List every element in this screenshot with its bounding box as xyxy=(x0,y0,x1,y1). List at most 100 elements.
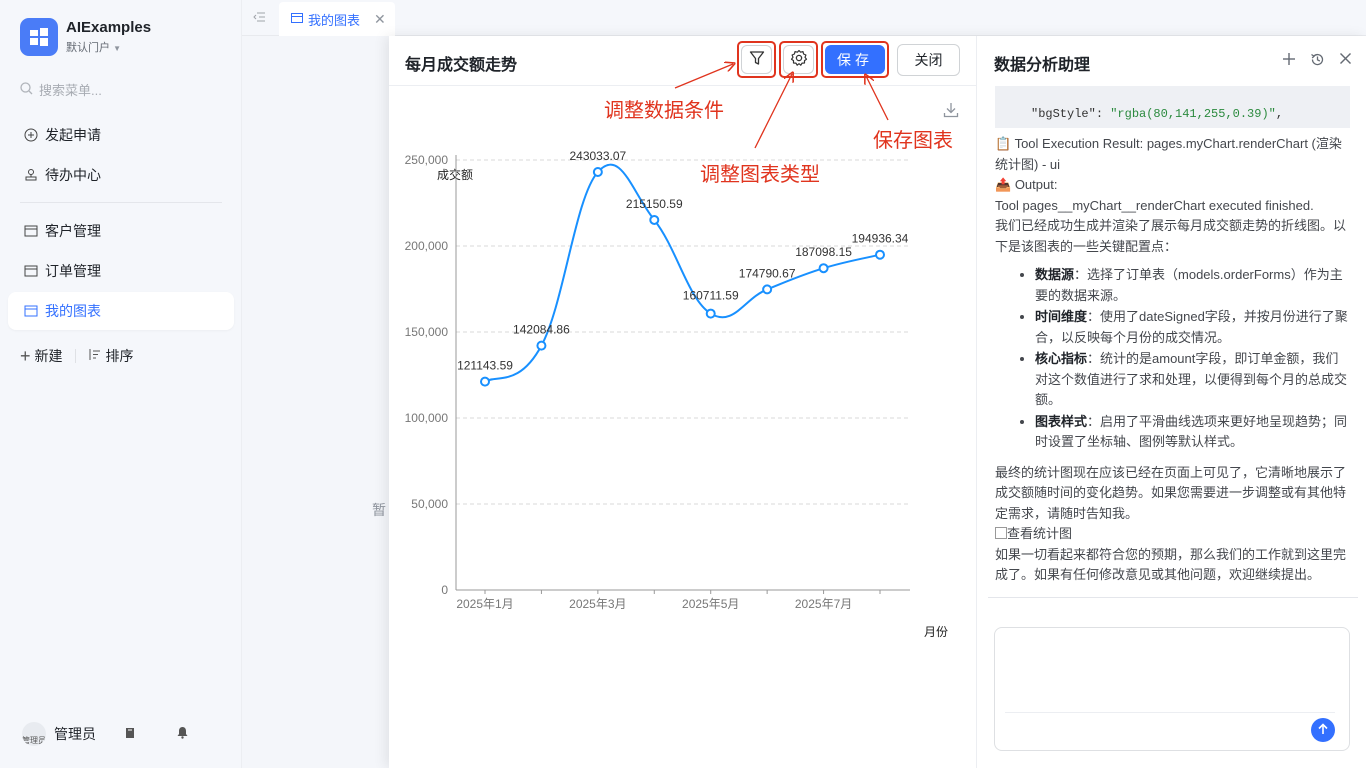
close-button[interactable]: 关闭 xyxy=(897,44,960,76)
data-label: 187098.15 xyxy=(795,245,852,259)
sort-label: 排序 xyxy=(105,348,134,364)
key-points: 数据源：选择了订单表（models.orderForms）作为主要的数据来源。 … xyxy=(995,265,1350,453)
sidebar: AIExamples 默认门户 ▼ 搜索菜单... 发起申请 待办中心 客户管理… xyxy=(0,0,242,768)
close-tab-icon[interactable]: ✕ xyxy=(374,11,386,28)
input-divider xyxy=(1005,712,1335,713)
point-key: 数据源 xyxy=(1035,267,1075,282)
data-label: 142084.86 xyxy=(513,323,570,337)
arrow-up-icon xyxy=(1317,722,1329,738)
user-name[interactable]: 管理员 xyxy=(54,724,96,744)
outbox-icon: 📤 xyxy=(995,177,1012,192)
list-item: 核心指标：统计的是amount字段，即订单金额，我们对这个数值进行了求和处理，以… xyxy=(1035,349,1350,411)
chart-settings-button[interactable] xyxy=(783,45,814,74)
chat-input-box[interactable] xyxy=(994,627,1350,751)
chart-title: 每月成交额走势 xyxy=(405,57,518,74)
broken-image-icon xyxy=(995,527,1007,539)
line-chart: 成交额 月份 0 50,000 100,000 150,000 200,000 250,0… xyxy=(405,149,948,639)
table-icon xyxy=(24,304,38,318)
y-tick-label: 250,000 xyxy=(405,153,449,167)
brand[interactable]: AIExamples 默认门户 ▼ xyxy=(20,18,151,56)
data-label: 121143.59 xyxy=(457,359,513,373)
tab-bar: 我的图表 ✕ xyxy=(242,0,1366,36)
nav-item-my-charts[interactable]: 我的图表 xyxy=(8,292,234,330)
assistant-header: 数据分析助理 xyxy=(978,36,1366,86)
sort-icon xyxy=(88,348,101,364)
search-placeholder: 搜索菜单... xyxy=(39,83,102,98)
intro-text: 我们已经成功生成并渲染了展示每月成交额走势的折线图。以下是该图表的一些关键配置点… xyxy=(995,218,1347,254)
nav-divider xyxy=(20,202,222,203)
nav-item-orders[interactable]: 订单管理 xyxy=(8,252,234,290)
portal-label: 默认门户 xyxy=(66,42,110,54)
close-icon[interactable] xyxy=(1339,52,1352,70)
empty-hint: 暂 xyxy=(372,502,386,518)
data-point xyxy=(480,376,490,387)
x-axis-label: 月份 xyxy=(924,625,948,639)
list-item: 数据源：选择了订单表（models.orderForms）作为主要的数据来源。 xyxy=(1035,265,1350,306)
nav-label: 我的图表 xyxy=(45,303,101,319)
y-axis-label: 成交额 xyxy=(437,167,473,182)
assistant-title: 数据分析助理 xyxy=(994,57,1091,74)
assistant-panel: 数据分析助理 "bgStyle": "rgba(80,141,255,0.39)… xyxy=(978,36,1366,768)
tool-result: Tool Execution Result: pages.myChart.ren… xyxy=(995,136,1342,172)
send-button[interactable] xyxy=(1311,718,1335,742)
history-icon[interactable] xyxy=(1310,52,1325,70)
book-icon[interactable] xyxy=(124,726,136,742)
add-icon[interactable] xyxy=(1282,52,1296,70)
tab-my-charts[interactable]: 我的图表 ✕ xyxy=(279,2,395,36)
new-menu-button[interactable]: + 新建 xyxy=(20,346,63,366)
portal-switcher[interactable]: 默认门户 ▼ xyxy=(66,39,151,55)
separator xyxy=(74,349,76,363)
sort-menu-button[interactable]: 排序 xyxy=(88,346,134,366)
list-item: 图表样式：启用了平滑曲线选项来更好地呈现趋势；同时设置了坐标轴、图例等默认样式。 xyxy=(1035,412,1350,453)
collapse-sidebar-icon[interactable] xyxy=(252,10,266,27)
chart-header: 每月成交额走势 保存 关闭 xyxy=(389,36,977,86)
tab-label: 我的图表 xyxy=(308,12,361,28)
main-content xyxy=(242,36,390,768)
point-key: 核心指标 xyxy=(1035,351,1088,366)
avatar[interactable]: 管理员 xyxy=(22,722,46,746)
nav-item-customers[interactable]: 客户管理 xyxy=(8,212,234,250)
y-tick-label: 100,000 xyxy=(405,411,449,425)
search-icon xyxy=(20,81,33,98)
nav-item-apply[interactable]: 发起申请 xyxy=(8,116,234,154)
bell-icon[interactable] xyxy=(176,726,189,742)
point-key: 时间维度 xyxy=(1035,309,1088,324)
app-name: AIExamples xyxy=(66,19,152,36)
plus-circle-icon xyxy=(24,128,38,142)
x-tick-label: 2025年3月 xyxy=(569,597,626,611)
x-tick-label: 2025年7月 xyxy=(795,597,852,611)
y-tick-label: 50,000 xyxy=(411,497,448,511)
data-label: 215150.59 xyxy=(626,197,683,211)
stamp-icon xyxy=(24,168,38,182)
x-tick-label: 2025年5月 xyxy=(682,597,739,611)
nav-label: 发起申请 xyxy=(45,127,101,143)
chat-input[interactable] xyxy=(995,628,1349,708)
point-value: ：选择了订单表（models.orderForms）作为主要的数据来源。 xyxy=(1035,267,1343,303)
closing-text: 如果一切看起来都符合您的预期，那么我们的工作就到这里完成了。如果有任何修改意见或… xyxy=(995,546,1347,583)
data-point xyxy=(649,214,660,225)
code-value: "rgba(80,141,255,0.39)" xyxy=(1110,107,1276,121)
y-tick-label: 200,000 xyxy=(405,239,449,253)
save-button[interactable]: 保存 xyxy=(825,45,885,74)
data-point xyxy=(818,263,829,274)
output-label: Output: xyxy=(1014,177,1058,192)
filter-button[interactable] xyxy=(741,45,772,74)
nav-item-todo[interactable]: 待办中心 xyxy=(8,156,234,194)
y-tick-label: 150,000 xyxy=(405,325,449,339)
y-tick-label: 0 xyxy=(441,583,448,597)
assistant-messages: "bgStyle": "rgba(80,141,255,0.39)", 📋 To… xyxy=(995,86,1350,598)
app-logo-icon xyxy=(20,18,58,56)
x-tick-label: 2025年1月 xyxy=(456,597,513,611)
list-item: 时间维度：使用了dateSigned字段，并按月份进行了聚合，以反映每个月份的成… xyxy=(1035,307,1350,348)
data-label: 194936.34 xyxy=(852,232,909,246)
point-key: 图表样式 xyxy=(1035,413,1088,429)
caret-down-icon: ▼ xyxy=(113,44,121,53)
code-snippet: "bgStyle": "rgba(80,141,255,0.39)", xyxy=(995,86,1350,128)
clipboard-icon: 📋 xyxy=(995,136,1012,151)
nav-label: 待办中心 xyxy=(45,167,101,183)
user-bar: 管理员 管理员 xyxy=(22,722,222,746)
chart-image-link[interactable]: 查看统计图 xyxy=(995,524,1350,545)
data-point xyxy=(762,284,773,295)
menu-search[interactable]: 搜索菜单... xyxy=(20,80,102,99)
table-icon xyxy=(24,224,38,238)
